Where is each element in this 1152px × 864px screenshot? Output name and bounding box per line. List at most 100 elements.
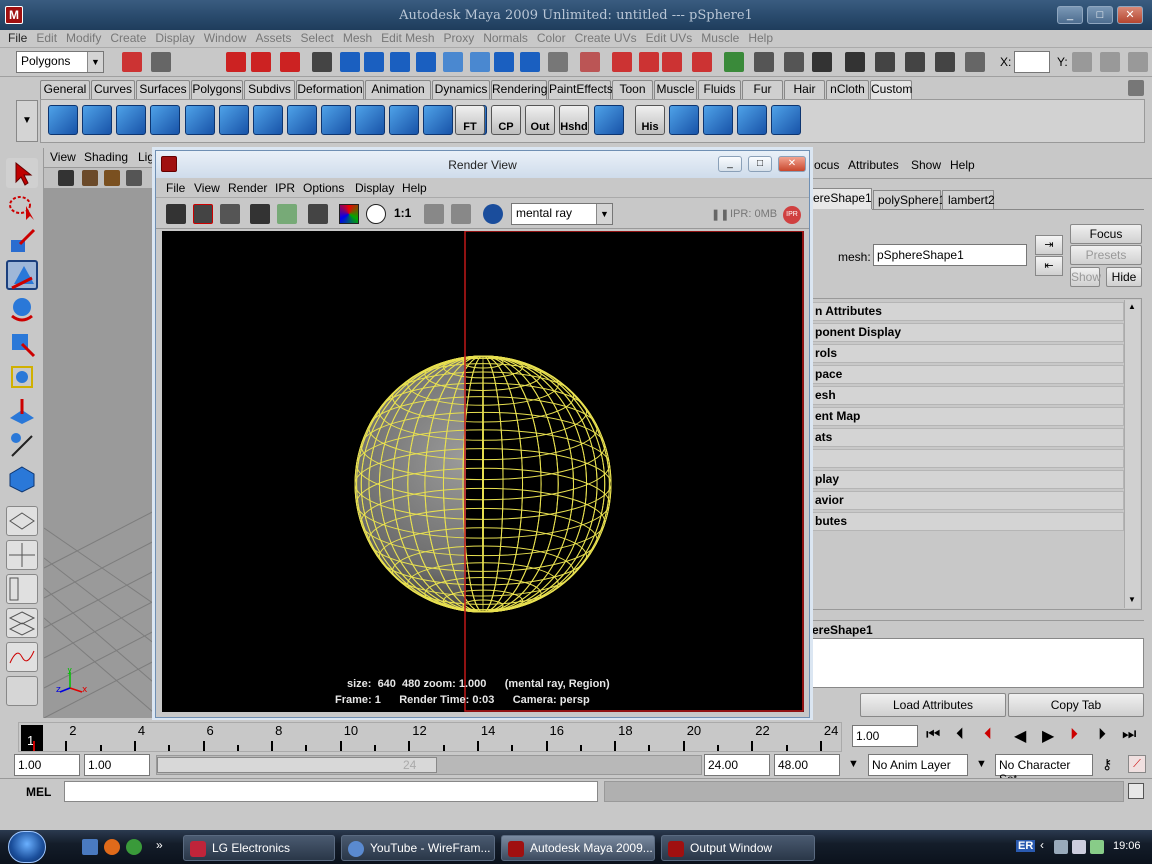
mel-command-input[interactable] xyxy=(64,781,598,802)
current-time-field[interactable]: 1.00 xyxy=(852,725,918,747)
status-line-tool-icon[interactable] xyxy=(251,52,271,72)
shelf-tool-icon[interactable] xyxy=(355,105,385,135)
language-indicator[interactable]: ER xyxy=(1016,840,1036,852)
clock[interactable]: 19:06 xyxy=(1113,840,1141,852)
shelf-tab-general[interactable]: General xyxy=(40,80,90,99)
tray-volume-icon[interactable] xyxy=(1072,840,1086,854)
shelf-tool-icon[interactable] xyxy=(771,105,801,135)
shelf-tab-toon[interactable]: Toon xyxy=(612,80,653,99)
display-render-info-icon[interactable] xyxy=(483,204,503,224)
range-slider-bar[interactable]: 24 xyxy=(157,757,437,773)
status-line-tool-icon[interactable] xyxy=(548,52,568,72)
shelf-out-icon[interactable]: Out xyxy=(525,105,555,135)
shelf-tab-animation[interactable]: Animation xyxy=(365,80,431,99)
animation-end-field[interactable]: 48.00 xyxy=(774,754,840,776)
keep-image-icon[interactable] xyxy=(424,204,444,224)
menu-proxy[interactable]: Proxy xyxy=(444,30,484,46)
character-set-dropdown[interactable]: No Character Set xyxy=(995,754,1093,786)
status-line-tool-icon[interactable] xyxy=(470,52,490,72)
rv-menu-options[interactable]: Options xyxy=(303,181,344,195)
perspective-viewport[interactable]: y x z xyxy=(44,148,160,718)
shelf-tab-polygons[interactable]: Polygons xyxy=(191,80,243,99)
go-to-end-icon[interactable]: ⏭ xyxy=(1122,726,1136,744)
mel-label[interactable]: MEL xyxy=(26,785,51,799)
minimize-button[interactable]: _ xyxy=(1057,6,1083,24)
anim-layer-menu-icon[interactable]: ▼ xyxy=(848,758,859,770)
ae-section-header[interactable]: pace xyxy=(812,365,1124,384)
auto-key-icon[interactable]: ⚷ xyxy=(1102,756,1112,773)
shelf-tab-surfaces[interactable]: Surfaces xyxy=(136,80,190,99)
paint-select-tool-icon[interactable] xyxy=(6,226,38,256)
shelf-tool-icon[interactable] xyxy=(287,105,317,135)
shelf-tool-icon[interactable] xyxy=(116,105,146,135)
ae-scrollbar[interactable]: ▲ ▼ xyxy=(1124,300,1140,608)
shelf-tool-icon[interactable] xyxy=(82,105,112,135)
status-line-tool-icon[interactable] xyxy=(905,52,925,72)
rv-menu-view[interactable]: View xyxy=(194,181,220,195)
viewport-menu-view[interactable]: View xyxy=(50,150,76,164)
shelf-tool-icon[interactable] xyxy=(321,105,351,135)
show-button[interactable]: Show xyxy=(1070,267,1101,287)
status-line-tool-icon[interactable] xyxy=(754,52,774,72)
status-line-tool-icon[interactable] xyxy=(416,52,436,72)
ae-tab-polysphere1[interactable]: polySphere1 xyxy=(873,190,945,209)
status-line-tool-icon[interactable] xyxy=(875,52,895,72)
shelf-tab-subdivs[interactable]: Subdivs xyxy=(244,80,295,99)
shelf-tool-icon[interactable] xyxy=(219,105,249,135)
shelf-tool-icon[interactable] xyxy=(150,105,180,135)
tray-network-icon[interactable] xyxy=(1054,840,1068,854)
focus-button[interactable]: Focus xyxy=(1070,224,1142,244)
rv-menu-render[interactable]: Render xyxy=(228,181,267,195)
layout-graph-icon[interactable] xyxy=(6,642,38,672)
layout-outliner-icon[interactable] xyxy=(6,574,38,604)
layout-four-icon[interactable] xyxy=(6,540,38,570)
menu-edit-uvs[interactable]: Edit UVs xyxy=(646,30,702,46)
playback-start-field[interactable]: 1.00 xyxy=(84,754,150,776)
status-line-tool-icon[interactable] xyxy=(340,52,360,72)
pause-ipr-icon[interactable]: ❚❚ xyxy=(711,208,729,221)
render-view-minimize-button[interactable]: _ xyxy=(718,156,742,172)
shelf-hshd-icon[interactable]: Hshd xyxy=(559,105,589,135)
step-back-frame-icon[interactable]: ⏴ xyxy=(984,726,992,744)
menu-modify[interactable]: Modify xyxy=(66,30,110,46)
shelf-tab-rendering[interactable]: Rendering xyxy=(491,80,547,99)
ipr-badge-icon[interactable]: IPR xyxy=(783,206,801,224)
status-line-tool-icon[interactable] xyxy=(122,52,142,72)
film-gate-icon[interactable] xyxy=(126,170,142,186)
status-line-tool-icon[interactable] xyxy=(1128,52,1148,72)
rv-menu-file[interactable]: File xyxy=(166,181,185,195)
render-view-close-button[interactable]: ✕ xyxy=(778,156,806,172)
status-line-tool-icon[interactable] xyxy=(965,52,985,72)
menu-display[interactable]: Display xyxy=(155,30,203,46)
camera-icon[interactable] xyxy=(58,170,74,186)
rv-menu-help[interactable]: Help xyxy=(402,181,427,195)
status-line-tool-icon[interactable] xyxy=(845,52,865,72)
shelf-tool-icon[interactable] xyxy=(669,105,699,135)
time-slider[interactable]: 1 2 4 6 8 10 12 14 16 18 20 22 24 xyxy=(18,722,842,752)
ae-section-header[interactable] xyxy=(812,449,1124,468)
ae-section-header[interactable]: ponent Display xyxy=(812,323,1124,342)
shelf-tool-icon[interactable] xyxy=(253,105,283,135)
ae-tab-pspheresshape1[interactable]: ereShape1 xyxy=(810,188,872,209)
snapshot-icon[interactable] xyxy=(220,204,240,224)
taskbar-item-maya[interactable]: Autodesk Maya 2009... xyxy=(501,835,655,861)
ae-section-header[interactable]: esh xyxy=(812,386,1124,405)
play-forward-icon[interactable]: ▶ xyxy=(1042,726,1054,746)
shelf-tool-icon[interactable] xyxy=(737,105,767,135)
status-line-tool-icon[interactable] xyxy=(784,52,804,72)
play-backward-icon[interactable]: ◀ xyxy=(1014,726,1026,746)
real-size-label[interactable]: 1:1 xyxy=(394,206,411,220)
viewport-menu-lighting[interactable]: Lig xyxy=(138,150,154,164)
render-image-canvas[interactable]: size: 640 480 zoom: 1.000 (mental ray, R… xyxy=(162,231,804,712)
status-line-tool-icon[interactable] xyxy=(312,52,332,72)
status-line-tool-icon[interactable] xyxy=(1100,52,1120,72)
renderer-dropdown[interactable]: mental ray ▼ xyxy=(511,203,613,225)
viewport-menu-shading[interactable]: Shading xyxy=(84,150,128,164)
notes-textarea[interactable] xyxy=(810,638,1144,688)
bookmark-icon[interactable] xyxy=(104,170,120,186)
shelf-tab-dynamics[interactable]: Dynamics xyxy=(432,80,490,99)
select-tool-icon[interactable] xyxy=(6,158,38,188)
status-line-tool-icon[interactable] xyxy=(364,52,384,72)
animation-start-field[interactable]: 1.00 xyxy=(14,754,80,776)
layout-single-icon[interactable] xyxy=(6,506,38,536)
